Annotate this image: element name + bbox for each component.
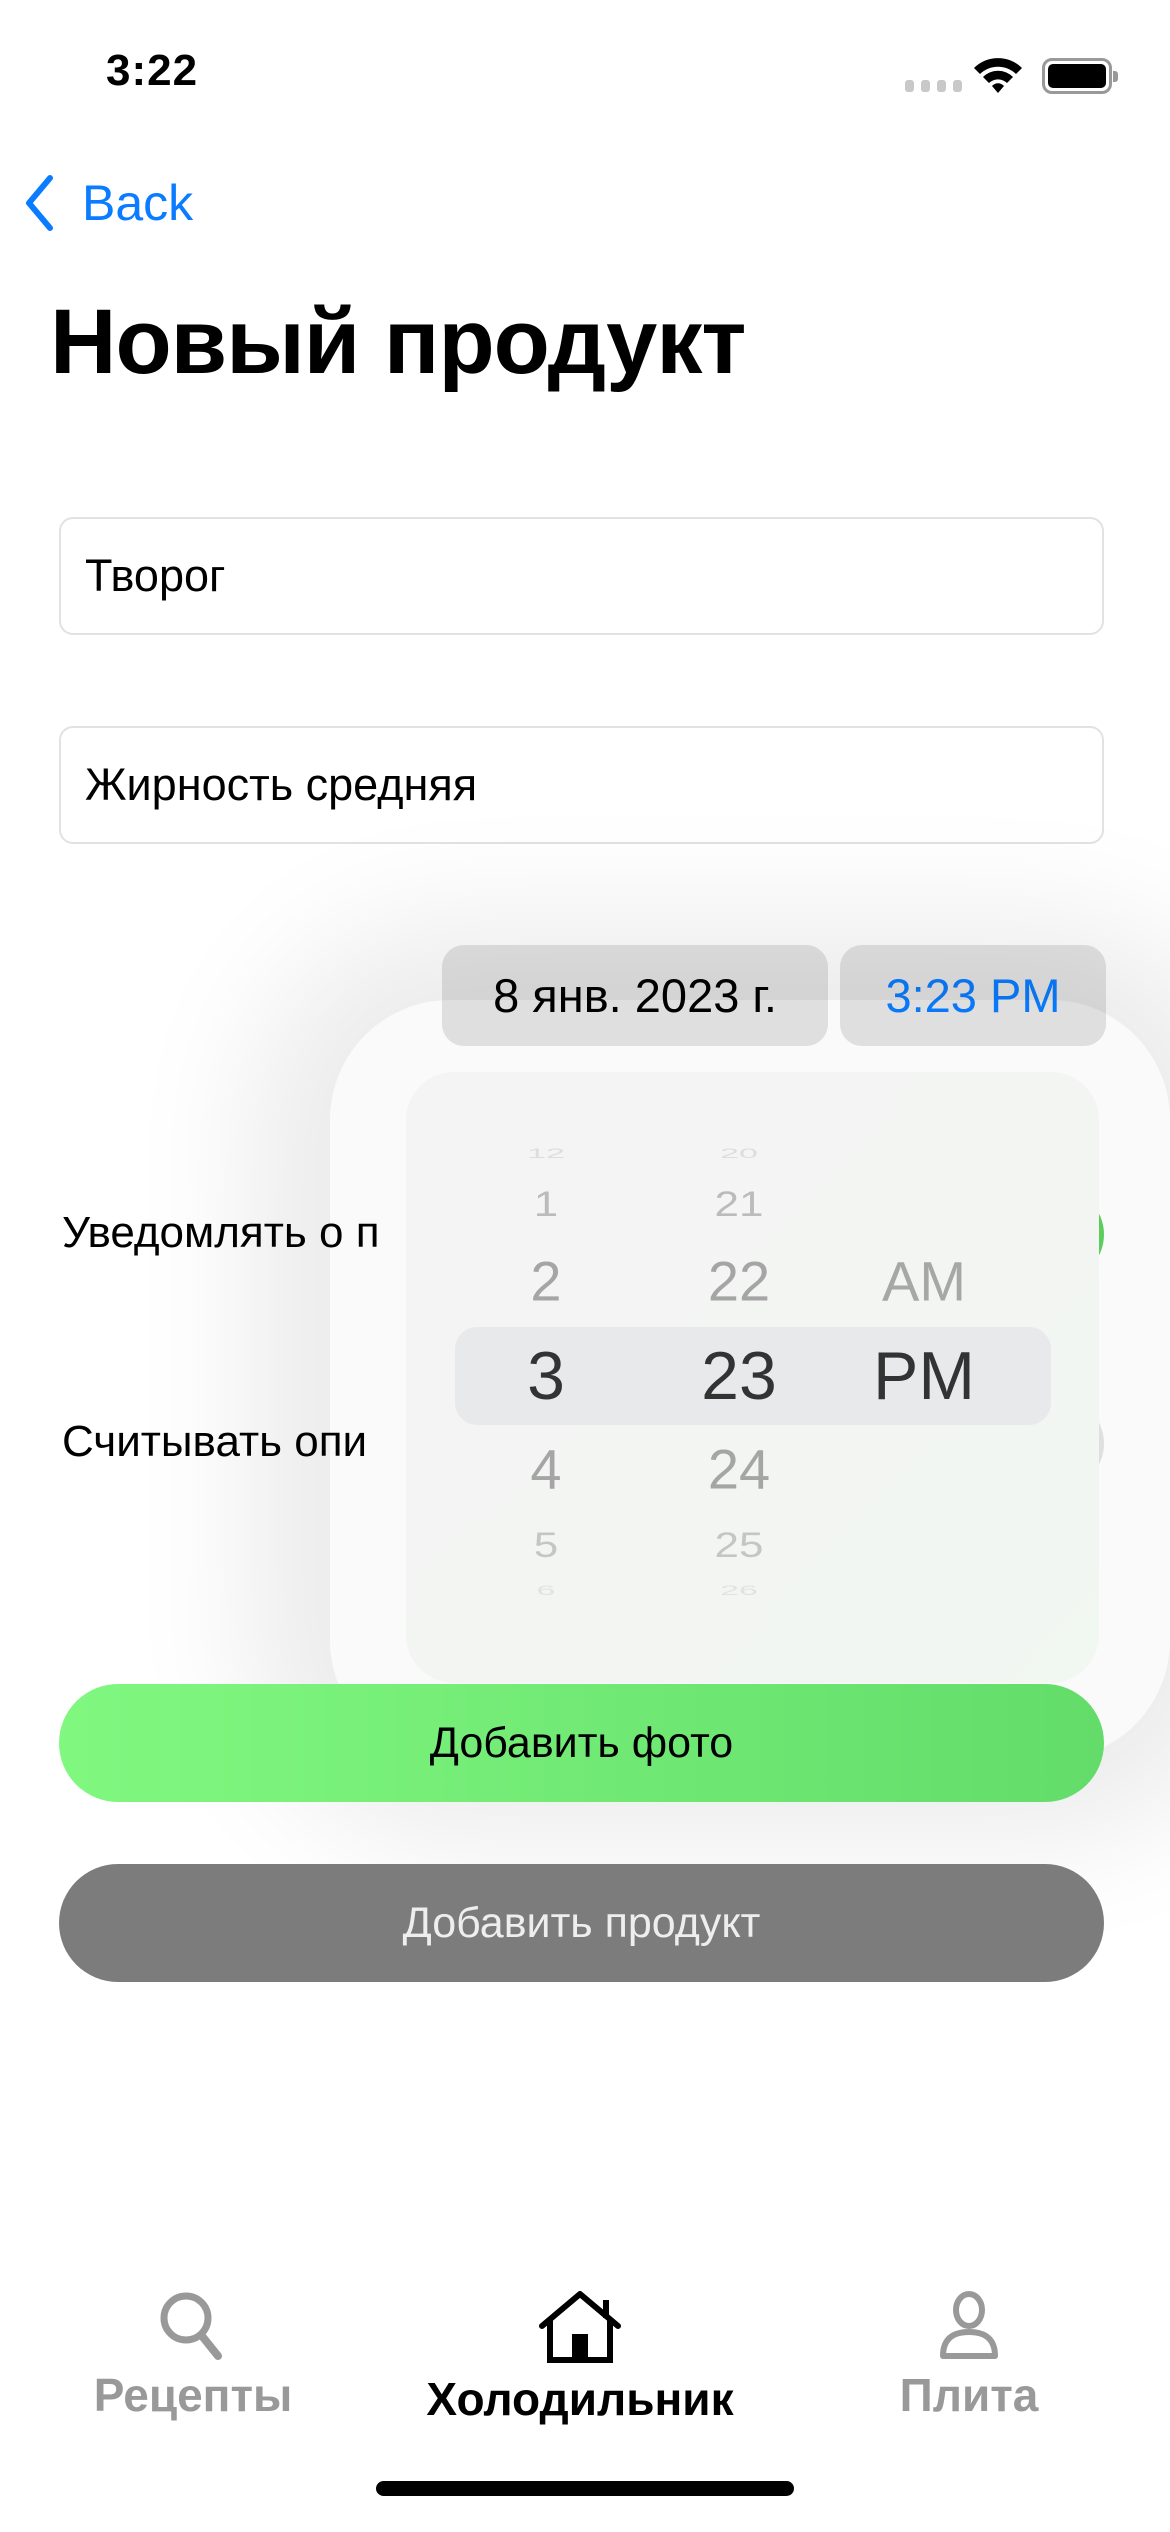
add-product-button[interactable]: Добавить продукт [59,1864,1104,1982]
tab-fridge[interactable]: Холодильник [400,2290,760,2426]
minute-option[interactable]: 25 [715,1526,764,1566]
back-label: Back [82,175,194,231]
tab-label: Плита [899,2369,1039,2421]
tab-label: Холодильник [426,2373,734,2425]
minute-option[interactable]: 26 [720,1583,758,1599]
product-description-input[interactable]: Жирность средняя [59,726,1104,844]
product-name-input[interactable]: Творог [59,517,1104,635]
cellular-signal-icon [905,80,962,92]
tab-recipes[interactable]: Рецепты [13,2290,373,2422]
search-icon [160,2292,222,2360]
home-indicator[interactable] [376,2481,794,2496]
minute-option[interactable]: 20 [720,1146,758,1162]
hour-option[interactable]: 1 [534,1185,558,1225]
page-title: Новый продукт [50,291,746,393]
time-picker-popover[interactable]: 12 1 2 3 4 5 6 20 21 22 23 24 25 26 AM P… [406,1072,1099,1683]
minute-option[interactable]: 22 [708,1249,770,1314]
product-name-value: Творог [85,550,226,601]
minute-selected[interactable]: 23 [701,1337,777,1415]
tab-label: Рецепты [93,2369,293,2421]
minute-option[interactable]: 24 [708,1437,770,1502]
add-photo-button[interactable]: Добавить фото [59,1684,1104,1802]
hour-option[interactable]: 6 [537,1583,556,1599]
tab-stove[interactable]: Плита [789,2290,1149,2422]
hour-option[interactable]: 2 [530,1249,561,1314]
hour-selected[interactable]: 3 [527,1337,565,1415]
house-icon [539,2291,621,2363]
person-icon [940,2291,998,2359]
product-description-value: Жирность средняя [85,759,478,810]
chevron-left-icon [26,175,53,231]
battery-icon [1042,58,1118,94]
period-option[interactable]: AM [882,1249,966,1314]
add-product-label: Добавить продукт [402,1898,761,1947]
hour-option[interactable]: 4 [530,1437,561,1502]
add-photo-label: Добавить фото [429,1718,734,1767]
status-time: 3:22 [106,46,199,95]
scan-label: Считывать опи [62,1417,368,1466]
hour-option[interactable]: 5 [534,1526,558,1566]
back-button[interactable]: Back [24,174,193,232]
wifi-icon [974,58,1022,93]
period-selected[interactable]: PM [873,1337,975,1415]
minute-option[interactable]: 21 [715,1185,764,1225]
hour-option[interactable]: 12 [527,1146,565,1162]
